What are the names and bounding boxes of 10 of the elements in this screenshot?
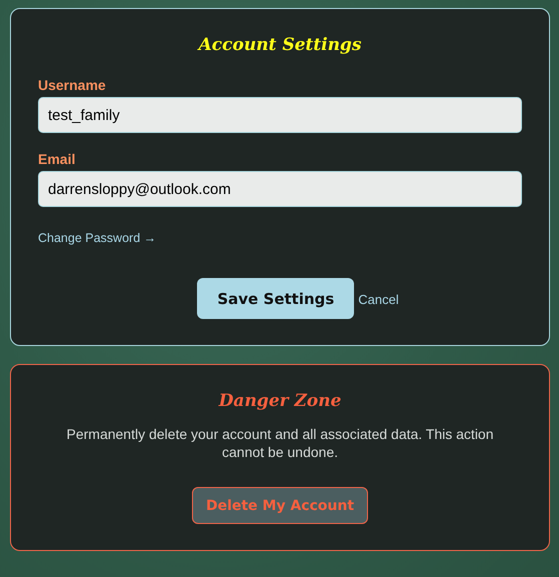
cancel-link[interactable]: Cancel <box>358 292 399 307</box>
save-button[interactable]: Save Settings <box>197 278 354 319</box>
change-password-link[interactable]: Change Password → <box>38 231 156 245</box>
danger-zone-title: Danger Zone <box>217 391 342 411</box>
settings-title: Account Settings <box>196 35 362 55</box>
input-field[interactable]: darrensloppy@outlook.com <box>38 171 522 207</box>
field-label: Username <box>38 77 107 93</box>
input-field[interactable]: test_family <box>38 97 522 133</box>
field-label: Email <box>38 151 76 167</box>
danger-description: Permanently delete your account and all associated data. This action cannot be undone. <box>66 425 494 461</box>
